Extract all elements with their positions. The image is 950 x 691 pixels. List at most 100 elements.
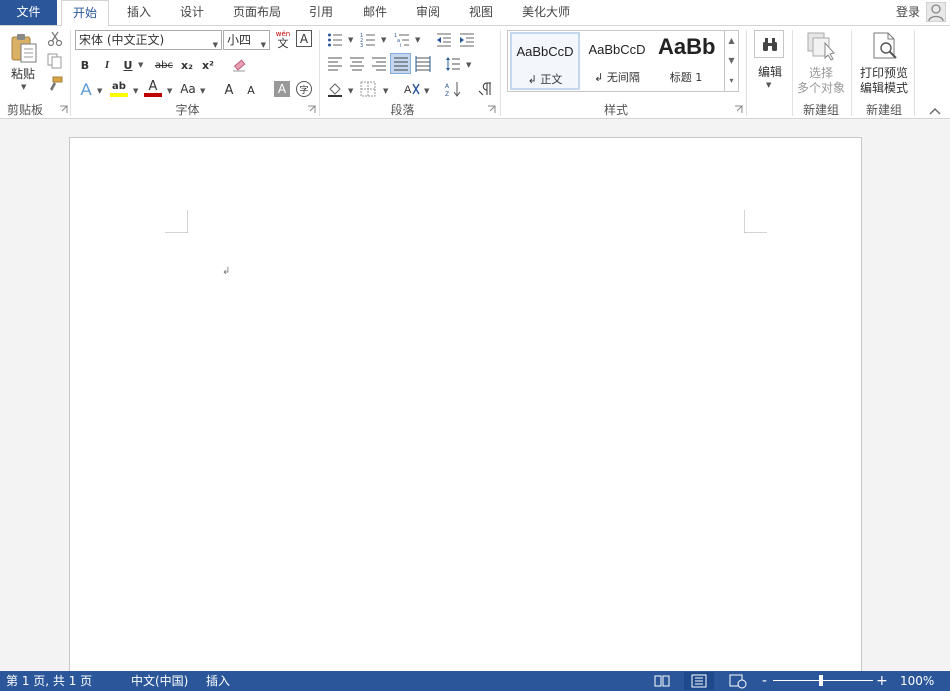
chinese-layout-dropdown-icon[interactable]: ▼ xyxy=(424,87,429,95)
tab-page-layout[interactable]: 页面布局 xyxy=(225,0,289,25)
style-normal[interactable]: AaBbCcD ↲ 正文 xyxy=(510,32,580,90)
increase-indent-icon[interactable] xyxy=(459,32,475,48)
gallery-more-button[interactable]: ▾ xyxy=(724,71,738,91)
align-right-icon[interactable] xyxy=(371,56,387,72)
borders-dropdown-icon[interactable]: ▼ xyxy=(383,87,388,95)
tab-mailings[interactable]: 邮件 xyxy=(351,0,399,25)
change-case-dropdown-icon[interactable]: ▼ xyxy=(200,87,205,95)
clipboard-launcher-icon[interactable] xyxy=(59,105,68,114)
tab-file[interactable]: 文件 xyxy=(0,0,57,25)
zoom-slider-thumb[interactable] xyxy=(819,675,823,686)
zoom-in-button[interactable]: + xyxy=(876,671,888,691)
sort-icon[interactable]: AZ xyxy=(445,81,461,97)
underline-button[interactable]: U xyxy=(119,56,137,74)
paste-icon[interactable] xyxy=(8,32,40,64)
user-avatar-icon[interactable] xyxy=(926,2,946,22)
zoom-out-button[interactable]: - xyxy=(762,671,767,691)
page-count[interactable]: 第 1 页, 共 1 页 xyxy=(6,671,92,691)
bullets-dropdown-icon[interactable]: ▼ xyxy=(348,36,353,44)
style-heading-1[interactable]: AaBb 标题 1 xyxy=(654,32,718,90)
tab-beautify-master[interactable]: 美化大师 xyxy=(513,0,579,25)
document-page[interactable]: ↲ xyxy=(69,137,862,677)
highlight-dropdown-icon[interactable]: ▼ xyxy=(133,87,138,95)
show-hide-marks-icon[interactable] xyxy=(478,81,494,97)
text-effects-dropdown-icon[interactable]: ▼ xyxy=(97,87,102,95)
style-no-spacing[interactable]: AaBbCcD ↲ 无间隔 xyxy=(582,32,652,90)
editing-dropdown-icon[interactable]: ▼ xyxy=(766,81,771,89)
clear-formatting-icon[interactable] xyxy=(231,57,247,73)
decrease-indent-icon[interactable] xyxy=(436,32,452,48)
font-color-button[interactable]: A xyxy=(145,79,161,94)
select-objects-line2[interactable]: 多个对象 xyxy=(797,80,845,95)
styles-launcher-icon[interactable] xyxy=(734,105,743,114)
shrink-font-button[interactable]: A xyxy=(245,82,257,99)
numbering-dropdown-icon[interactable]: ▼ xyxy=(381,36,386,44)
gallery-up-button[interactable]: ▲ xyxy=(724,31,738,51)
distributed-align-icon[interactable] xyxy=(415,56,431,72)
font-color-dropdown-icon[interactable]: ▼ xyxy=(167,87,172,95)
subscript-button[interactable]: x₂ xyxy=(178,56,196,74)
multilevel-dropdown-icon[interactable]: ▼ xyxy=(415,36,420,44)
copy-icon[interactable] xyxy=(47,53,63,69)
text-effects-button[interactable]: A xyxy=(78,79,94,101)
character-border-button[interactable]: A xyxy=(296,30,312,47)
print-layout-button[interactable] xyxy=(684,672,714,690)
tab-view[interactable]: 视图 xyxy=(457,0,505,25)
print-preview-icon[interactable] xyxy=(870,31,900,61)
collapse-ribbon-icon[interactable] xyxy=(929,107,941,115)
gallery-down-button[interactable]: ▼ xyxy=(724,51,738,71)
paste-button[interactable]: 粘贴 xyxy=(9,66,37,81)
align-center-icon[interactable] xyxy=(349,56,365,72)
zoom-slider-track[interactable] xyxy=(773,680,873,681)
cut-icon[interactable] xyxy=(47,31,63,47)
change-case-button[interactable]: Aa xyxy=(178,80,198,98)
svg-text:3: 3 xyxy=(360,43,363,48)
grow-font-button[interactable]: A xyxy=(222,81,236,99)
chinese-layout-icon[interactable]: A xyxy=(403,81,421,97)
strikethrough-button[interactable]: abc xyxy=(152,56,176,74)
line-spacing-dropdown-icon[interactable]: ▼ xyxy=(466,61,471,69)
multilevel-list-icon[interactable]: 1ai xyxy=(394,32,410,48)
shading-dropdown-icon[interactable]: ▼ xyxy=(348,87,353,95)
superscript-button[interactable]: x² xyxy=(199,56,217,74)
editing-button-frame[interactable] xyxy=(754,30,784,58)
justify-button[interactable] xyxy=(390,53,411,74)
character-shading-button[interactable]: A xyxy=(274,81,290,97)
tab-insert[interactable]: 插入 xyxy=(115,0,163,25)
enclose-characters-button[interactable]: 字 xyxy=(296,81,312,97)
select-objects-icon[interactable] xyxy=(805,31,837,61)
print-preview-line1[interactable]: 打印预览 xyxy=(856,65,912,80)
format-painter-icon[interactable] xyxy=(47,76,63,92)
zoom-level[interactable]: 100% xyxy=(900,671,934,691)
paste-dropdown-icon[interactable]: ▼ xyxy=(21,83,26,91)
login-link[interactable]: 登录 xyxy=(896,0,920,24)
font-name-select[interactable]: 宋体 (中文正文) ▼ xyxy=(75,30,222,50)
phonetic-guide-button[interactable]: wén 文 xyxy=(273,28,293,50)
line-spacing-icon[interactable] xyxy=(445,56,461,72)
read-mode-icon[interactable] xyxy=(652,673,672,689)
tab-review[interactable]: 审阅 xyxy=(404,0,452,25)
language-indicator[interactable]: 中文(中国) xyxy=(131,671,188,691)
bullets-icon[interactable] xyxy=(327,32,343,48)
print-preview-line2[interactable]: 编辑模式 xyxy=(856,80,912,95)
web-layout-icon[interactable] xyxy=(728,673,748,689)
numbering-icon[interactable]: 123 xyxy=(360,32,376,48)
font-launcher-icon[interactable] xyxy=(307,105,316,114)
underline-dropdown-icon[interactable]: ▼ xyxy=(138,61,143,69)
tab-home[interactable]: 开始 xyxy=(61,0,109,26)
tab-references[interactable]: 引用 xyxy=(297,0,345,25)
styles-gallery: AaBbCcD ↲ 正文 AaBbCcD ↲ 无间隔 AaBb 标题 1 ▲ ▼… xyxy=(507,30,739,92)
style-name: 标题 1 xyxy=(669,71,703,84)
editing-button[interactable]: 编辑 xyxy=(754,64,786,79)
highlight-button[interactable]: ab xyxy=(109,79,129,93)
select-objects-line1[interactable]: 选择 xyxy=(797,65,845,80)
shading-icon[interactable] xyxy=(327,81,343,97)
italic-button[interactable]: I xyxy=(98,56,116,74)
align-left-icon[interactable] xyxy=(327,56,343,72)
paragraph-launcher-icon[interactable] xyxy=(487,105,496,114)
bold-button[interactable]: B xyxy=(76,56,94,74)
insert-mode-indicator[interactable]: 插入 xyxy=(206,671,230,691)
tab-design[interactable]: 设计 xyxy=(168,0,216,25)
borders-icon[interactable] xyxy=(360,81,376,97)
font-size-select[interactable]: 小四 ▼ xyxy=(223,30,270,50)
